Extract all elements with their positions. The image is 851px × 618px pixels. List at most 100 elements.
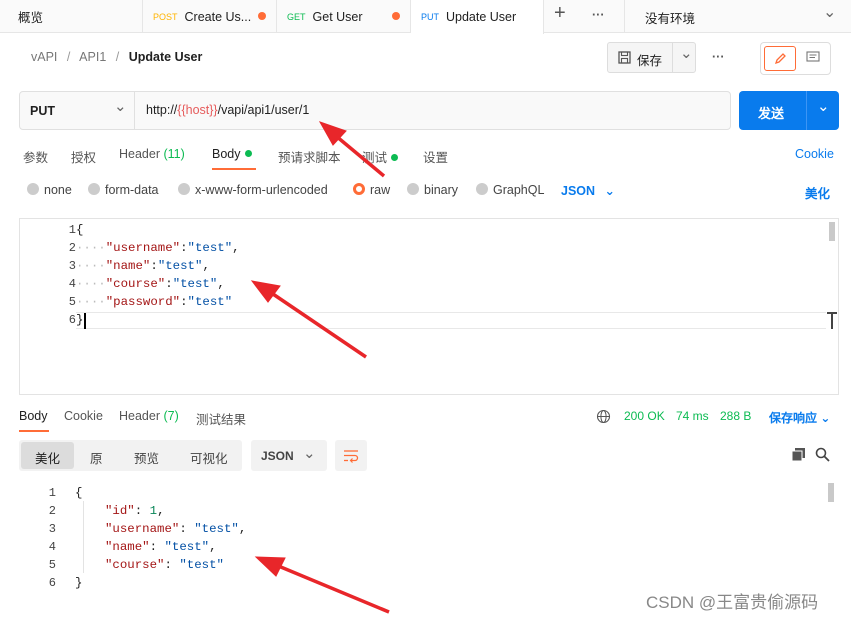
tab-settings[interactable]: 设置 — [423, 147, 448, 166]
radio-urlencoded[interactable]: x-www-form-urlencoded — [178, 183, 328, 197]
breadcrumb-workspace[interactable]: vAPI — [31, 50, 57, 64]
code-line: "course": "test" — [105, 558, 224, 572]
globe-icon[interactable] — [596, 409, 611, 424]
line-number: 1 — [68, 223, 76, 237]
radio-label: form-data — [105, 183, 159, 197]
tabs-more-button[interactable]: ··· — [592, 8, 605, 22]
tab-bar: 概览 POST Create Us... GET Get User PUT Up… — [0, 0, 851, 34]
text-cursor — [84, 313, 86, 329]
cookies-link[interactable]: Cookie — [795, 147, 834, 161]
tab-tests[interactable]: 测试 — [362, 147, 399, 166]
send-options-button[interactable]: ⌄ — [806, 91, 839, 130]
line-numbers: 1 2 3 4 5 6 — [20, 219, 80, 394]
copy-icon[interactable] — [791, 447, 806, 462]
environment-selector[interactable]: 没有环境 ⌄ — [624, 0, 851, 33]
scrollbar-thumb[interactable] — [828, 483, 834, 502]
tab-update-user[interactable]: PUT Update User — [411, 0, 544, 34]
documentation-view-button[interactable] — [799, 46, 829, 71]
tab-prerequest-script[interactable]: 预请求脚本 — [278, 147, 341, 166]
search-icon[interactable] — [815, 447, 830, 462]
json-key: "name" — [105, 540, 150, 554]
status-code[interactable]: 200 OK — [624, 409, 665, 423]
save-label: 保存 — [637, 54, 663, 68]
json-key: "username" — [105, 522, 180, 536]
json-value: "test" — [187, 241, 233, 255]
radio-binary[interactable]: binary — [407, 183, 458, 197]
response-time[interactable]: 74 ms — [676, 409, 709, 423]
indent-guide: ···· — [76, 295, 106, 309]
json-value: "test" — [164, 540, 210, 554]
line-number: 1 — [48, 486, 56, 500]
tab-authorization[interactable]: 授权 — [71, 147, 96, 166]
save-button[interactable]: 保存 — [608, 43, 672, 72]
save-response-label: 保存响应 — [769, 411, 818, 425]
line-number: 3 — [68, 259, 76, 273]
json-colon: : — [150, 259, 158, 273]
code-line: ····"course":"test", — [76, 277, 225, 291]
tab-headers-count: (11) — [163, 147, 185, 161]
chevron-down-icon: ⌄ — [817, 98, 830, 115]
tab-method: GET — [287, 11, 306, 22]
response-size[interactable]: 288 B — [720, 409, 751, 423]
tab-params[interactable]: 参数 — [23, 147, 48, 166]
request-body-editor[interactable]: 1 2 3 4 5 6 { ····"username":"test", ···… — [19, 218, 839, 395]
url-input[interactable]: http://{{host}}/vapi/api1/user/1 — [146, 103, 309, 117]
indent-guide: ···· — [76, 277, 106, 291]
view-mode-visualize[interactable]: 可视化 — [190, 448, 228, 467]
radio-graphql[interactable]: GraphQL — [476, 183, 544, 197]
edit-view-button[interactable] — [764, 46, 796, 71]
radio-form-data[interactable]: form-data — [88, 183, 159, 197]
radio-icon — [178, 183, 190, 195]
format-selector[interactable]: JSON ⌄ — [561, 183, 615, 198]
json-colon: : — [165, 277, 173, 291]
tab-body[interactable]: Body — [212, 147, 252, 161]
view-mode-preview[interactable]: 预览 — [134, 448, 159, 467]
response-body-viewer[interactable]: 1 2 3 4 5 6 { "id": 1, "username": "test… — [19, 480, 839, 600]
tab-tests-label: 测试 — [362, 151, 388, 165]
json-brace: } — [76, 313, 84, 327]
save-response-button[interactable]: 保存响应 ⌄ — [769, 409, 830, 426]
method-selector[interactable]: PUT ⌄ — [20, 92, 135, 129]
json-brace: { — [75, 486, 83, 500]
resp-tab-test-results[interactable]: 测试结果 — [196, 409, 246, 428]
view-toggle — [760, 42, 831, 75]
save-icon — [618, 51, 631, 64]
json-value: 1 — [149, 504, 158, 518]
tab-create-user[interactable]: POST Create Us... — [143, 0, 277, 33]
add-tab-button[interactable]: + — [554, 2, 566, 25]
line-number: 6 — [68, 313, 76, 327]
beautify-button[interactable]: 美化 — [805, 183, 830, 202]
scrollbar-marker — [827, 312, 837, 329]
view-mode-pretty[interactable]: 美化 — [21, 442, 74, 469]
url-prefix: http:// — [146, 103, 178, 117]
json-key: "name" — [105, 259, 151, 273]
save-options-button[interactable]: ⌄ — [672, 43, 696, 72]
breadcrumb-separator: / — [66, 50, 71, 64]
chevron-down-icon: ⌄ — [303, 445, 316, 462]
json-comma: , — [217, 277, 225, 291]
resp-tab-cookies[interactable]: Cookie — [64, 409, 103, 423]
request-more-button[interactable]: ··· — [712, 50, 725, 64]
tab-overview[interactable]: 概览 — [0, 0, 143, 33]
resp-tab-body[interactable]: Body — [19, 409, 48, 423]
json-value: "test" — [187, 295, 233, 309]
active-tab-indicator — [212, 168, 256, 170]
chevron-down-icon: ⌄ — [604, 184, 616, 198]
view-mode-selector: 美化 原 预览 可视化 — [19, 440, 242, 471]
format-label: JSON — [261, 449, 294, 463]
radio-raw[interactable]: raw — [353, 183, 390, 197]
chevron-down-icon: ⌄ — [680, 45, 693, 62]
code-line: ····"password":"test" — [76, 295, 232, 309]
radio-none[interactable]: none — [27, 183, 72, 197]
resp-tab-headers[interactable]: Header (7) — [119, 409, 179, 423]
response-format-selector[interactable]: JSON ⌄ — [251, 440, 327, 471]
wrap-lines-button[interactable] — [335, 440, 367, 471]
view-mode-raw[interactable]: 原 — [90, 448, 103, 467]
scrollbar-thumb[interactable] — [829, 222, 835, 241]
tab-get-user[interactable]: GET Get User — [277, 0, 411, 33]
json-colon: : — [149, 540, 165, 554]
tab-headers[interactable]: Header (11) — [119, 147, 185, 161]
format-label: JSON — [561, 184, 596, 198]
send-button[interactable]: 发送 — [739, 91, 806, 130]
breadcrumb-collection[interactable]: API1 — [79, 50, 106, 64]
